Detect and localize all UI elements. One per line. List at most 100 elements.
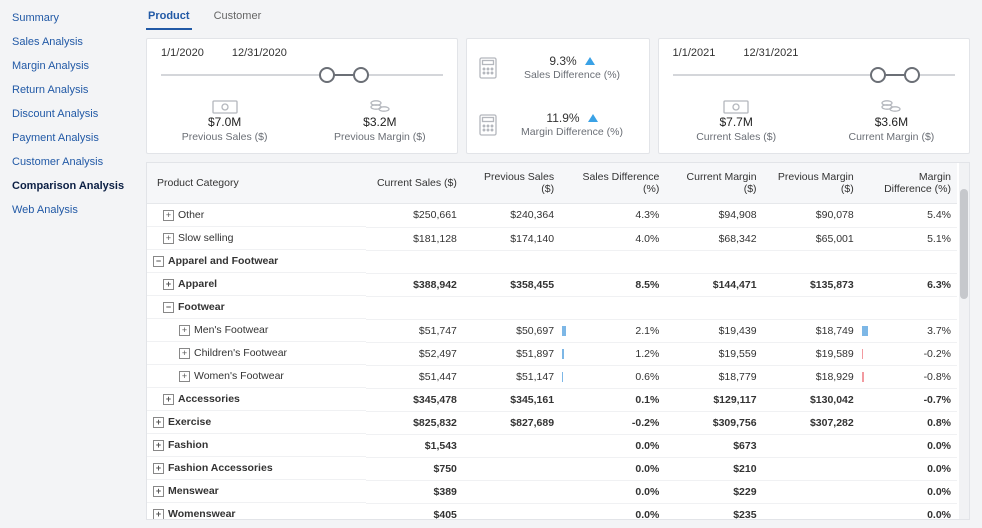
slider-handle-end[interactable] (353, 67, 369, 83)
prev-margin-label: Previous Margin ($) (334, 131, 426, 143)
sales-diff-value: 9.3% (549, 54, 576, 68)
sidebar-item-discount-analysis[interactable]: Discount Analysis (12, 102, 140, 126)
curr-end-date: 12/31/2021 (743, 47, 798, 59)
prev-margin-metric: $3.2M Previous Margin ($) (302, 95, 457, 153)
category-name: Men's Footwear (194, 324, 268, 336)
expand-icon[interactable]: + (163, 279, 174, 290)
comparison-table: Product Category Current Sales ($) Previ… (147, 163, 957, 519)
scrollbar-thumb[interactable] (960, 189, 968, 299)
col-current-margin[interactable]: Current Margin ($) (665, 163, 762, 204)
prev-end-date: 12/31/2020 (232, 47, 287, 59)
expand-icon[interactable]: + (153, 417, 164, 428)
category-name: Women's Footwear (194, 370, 284, 382)
prev-start-date: 1/1/2020 (161, 47, 204, 59)
card-diff-kpis: 9.3% Sales Difference (%) 11.9% Margin D… (466, 38, 649, 154)
expand-icon[interactable]: + (163, 210, 174, 221)
coins-icon (369, 97, 391, 115)
tab-product[interactable]: Product (146, 6, 192, 30)
col-previous-margin[interactable]: Previous Margin ($) (763, 163, 860, 204)
category-name: Other (178, 209, 204, 221)
col-current-sales[interactable]: Current Sales ($) (366, 163, 463, 204)
sidebar-item-customer-analysis[interactable]: Customer Analysis (12, 150, 140, 174)
sidebar-item-comparison-analysis[interactable]: Comparison Analysis (12, 174, 140, 198)
col-category[interactable]: Product Category (147, 163, 366, 204)
col-previous-sales[interactable]: Previous Sales ($) (463, 163, 560, 204)
expand-icon[interactable]: + (163, 233, 174, 244)
category-name: Apparel and Footwear (168, 255, 278, 267)
cash-icon (212, 97, 238, 115)
category-name: Apparel (178, 278, 217, 290)
margin-diff-label: Margin Difference (%) (521, 126, 623, 138)
sidebar-item-sales-analysis[interactable]: Sales Analysis (12, 30, 140, 54)
sidebar-item-summary[interactable]: Summary (12, 6, 140, 30)
table-row[interactable]: +Apparel$388,942$358,4558.5%$144,471$135… (147, 273, 957, 296)
sidebar-item-payment-analysis[interactable]: Payment Analysis (12, 126, 140, 150)
category-name: Footwear (178, 301, 225, 313)
curr-sales-label: Current Sales ($) (696, 131, 776, 143)
table-scrollbar[interactable] (959, 163, 969, 519)
category-name: Slow selling (178, 232, 233, 244)
table-row[interactable]: +Menswear$3890.0%$2290.0% (147, 480, 957, 503)
collapse-icon[interactable]: − (153, 256, 164, 267)
category-name: Womenswear (168, 508, 236, 519)
prev-sales-value: $7.0M (208, 115, 241, 129)
expand-icon[interactable]: + (153, 509, 164, 520)
coins-icon (880, 97, 902, 115)
category-name: Menswear (168, 485, 219, 497)
table-row[interactable]: −Apparel and Footwear (147, 250, 957, 273)
sales-diff-label: Sales Difference (%) (524, 69, 620, 81)
margin-diff-value: 11.9% (546, 111, 579, 125)
slider-handle-start[interactable] (319, 67, 335, 83)
curr-start-date: 1/1/2021 (673, 47, 716, 59)
table-row[interactable]: −Footwear (147, 296, 957, 319)
calculator-icon (479, 57, 497, 79)
category-name: Exercise (168, 416, 211, 428)
card-previous-period: 1/1/2020 12/31/2020 $7.0M Previous Sales… (146, 38, 458, 154)
curr-sales-metric: $7.7M Current Sales ($) (659, 95, 814, 153)
table-row[interactable]: +Fashion Accessories$7500.0%$2100.0% (147, 457, 957, 480)
collapse-icon[interactable]: − (163, 302, 174, 313)
curr-margin-metric: $3.6M Current Margin ($) (814, 95, 969, 153)
prev-date-slider[interactable] (161, 61, 443, 89)
curr-sales-value: $7.7M (719, 115, 752, 129)
expand-icon[interactable]: + (179, 348, 190, 359)
sidebar-item-margin-analysis[interactable]: Margin Analysis (12, 54, 140, 78)
slider-handle-start[interactable] (870, 67, 886, 83)
tab-bar: Product Customer (140, 0, 976, 30)
trend-up-icon (585, 57, 595, 65)
table-header-row: Product Category Current Sales ($) Previ… (147, 163, 957, 204)
table-row[interactable]: +Slow selling$181,128$174,1404.0%$68,342… (147, 227, 957, 250)
category-name: Fashion Accessories (168, 462, 273, 474)
slider-handle-end[interactable] (904, 67, 920, 83)
expand-icon[interactable]: + (153, 440, 164, 451)
kpi-cards: 1/1/2020 12/31/2020 $7.0M Previous Sales… (140, 30, 976, 162)
table-row[interactable]: +Exercise$825,832$827,689-0.2%$309,756$3… (147, 411, 957, 434)
curr-date-slider[interactable] (673, 61, 955, 89)
cash-icon (723, 97, 749, 115)
expand-icon[interactable]: + (153, 463, 164, 474)
sidebar-nav: SummarySales AnalysisMargin AnalysisRetu… (0, 0, 140, 528)
sidebar-item-return-analysis[interactable]: Return Analysis (12, 78, 140, 102)
kpi-sales-diff: 9.3% Sales Difference (%) (467, 39, 648, 96)
expand-icon[interactable]: + (179, 371, 190, 382)
curr-margin-label: Current Margin ($) (849, 131, 935, 143)
table-row[interactable]: +Women's Footwear$51,447$51,1470.6%$18,7… (147, 365, 957, 388)
table-row[interactable]: +Fashion$1,5430.0%$6730.0% (147, 434, 957, 457)
tab-customer[interactable]: Customer (212, 6, 264, 30)
col-margin-diff[interactable]: Margin Difference (%) (876, 163, 957, 204)
expand-icon[interactable]: + (179, 325, 190, 336)
sidebar-item-web-analysis[interactable]: Web Analysis (12, 198, 140, 222)
prev-sales-metric: $7.0M Previous Sales ($) (147, 95, 302, 153)
table-row[interactable]: +Children's Footwear$52,497$51,8971.2%$1… (147, 342, 957, 365)
prev-sales-label: Previous Sales ($) (182, 131, 268, 143)
expand-icon[interactable]: + (153, 486, 164, 497)
card-current-period: 1/1/2021 12/31/2021 $7.7M Current Sales … (658, 38, 970, 154)
table-row[interactable]: +Other$250,661$240,3644.3%$94,908$90,078… (147, 204, 957, 228)
table-row[interactable]: +Men's Footwear$51,747$50,6972.1%$19,439… (147, 319, 957, 342)
curr-margin-value: $3.6M (875, 115, 908, 129)
table-row[interactable]: +Womenswear$4050.0%$2350.0% (147, 503, 957, 519)
expand-icon[interactable]: + (163, 394, 174, 405)
col-sales-diff[interactable]: Sales Difference (%) (576, 163, 665, 204)
kpi-margin-diff: 11.9% Margin Difference (%) (467, 96, 648, 153)
table-row[interactable]: +Accessories$345,478$345,1610.1%$129,117… (147, 388, 957, 411)
